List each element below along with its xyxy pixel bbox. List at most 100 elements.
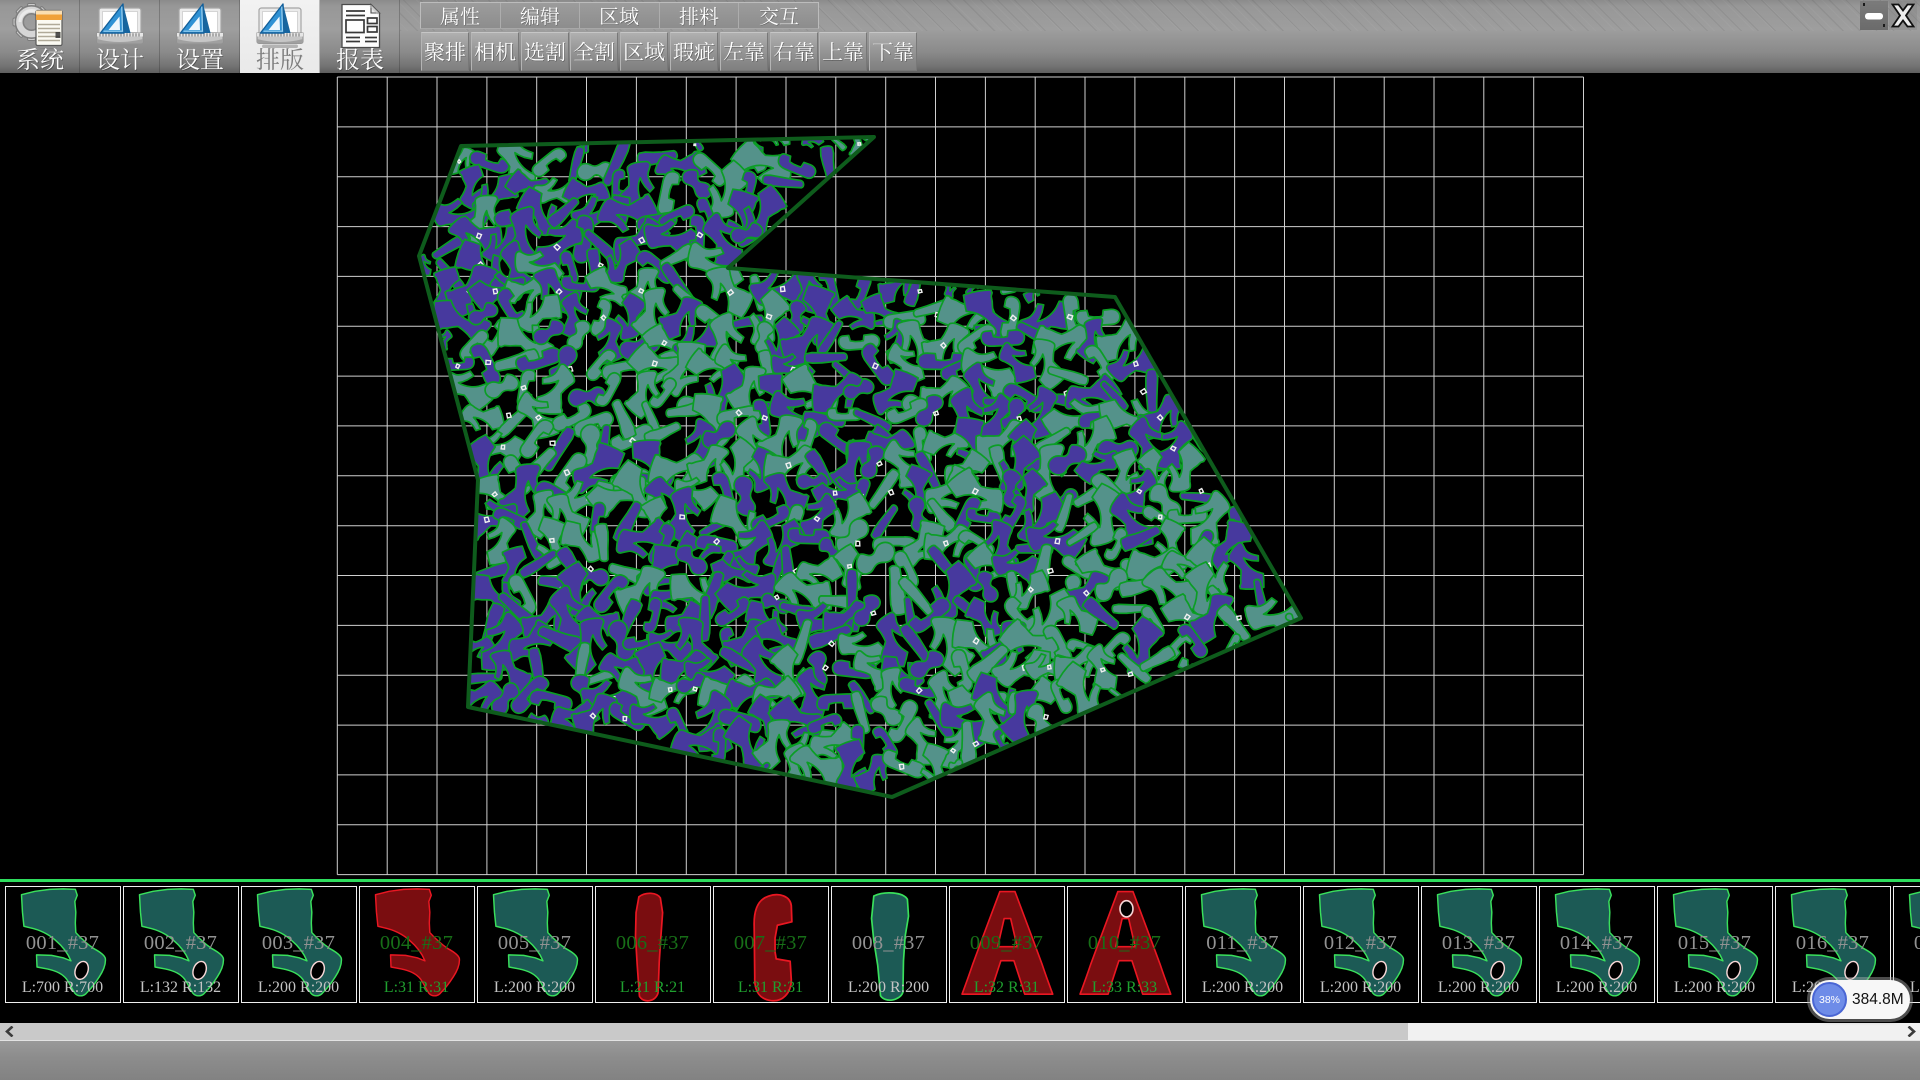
cjk-text-svg (723, 41, 765, 62)
piece-cell-8[interactable]: 008_#37L:200 R:200 (831, 886, 947, 1003)
tool-button-1[interactable]: 聚排 (421, 32, 469, 71)
piece-name: 003_#37 (242, 932, 356, 955)
toolbar-button-caption: 报表 (320, 47, 400, 71)
percent-value: 38% (1819, 994, 1840, 1006)
piece-cell-12[interactable]: 012_#37L:200 R:200 (1303, 886, 1419, 1003)
tool-button-label: 左靠 (723, 41, 765, 62)
menu-tab-2[interactable]: 编辑 (500, 3, 580, 28)
ruler-board-icon-svg (92, 3, 148, 50)
close-button[interactable] (1889, 1, 1917, 30)
tool-button-label: 选割 (524, 41, 566, 62)
tool-button-label: 聚排 (424, 41, 466, 62)
piece-lr-counts: L:200 R:200 (478, 979, 592, 997)
menu-tab-label: 排料 (679, 6, 719, 26)
piece-cell-15[interactable]: 015_#37 L:200 R:200 (1657, 886, 1773, 1003)
piece-cell-2[interactable]: 002_#37L:132 R:132 (123, 886, 239, 1003)
tool-button-10[interactable]: 下靠 (869, 32, 917, 71)
toolbar-button-1[interactable]: 系统 (0, 0, 80, 73)
piece-lr-counts: L:200 R:200 (1540, 979, 1654, 997)
ruler-board-icon-svg (252, 3, 308, 50)
toolbar-button-caption: 设置 (160, 47, 240, 71)
tool-button-6[interactable]: 瑕疵 (670, 32, 718, 71)
piece-name: 002_#37 (124, 932, 238, 955)
toolbar-button-caption: 系统 (0, 47, 80, 71)
piece-cell-9[interactable]: 009_#37L:32 R:31 (949, 886, 1065, 1003)
cjk-text-svg (424, 41, 466, 62)
tool-button-label: 瑕疵 (673, 41, 715, 62)
cjk-text-svg (872, 41, 914, 62)
piece-cell-5[interactable]: 005_#37 L:200 R:200 (477, 886, 593, 1003)
piece-cell-13[interactable]: 013_#37L:200 R:200 (1421, 886, 1537, 1003)
tool-button-4[interactable]: 全割 (570, 32, 618, 71)
piece-name: 005_#37 (478, 932, 592, 955)
cjk-text-svg (679, 6, 719, 26)
right-chevron-icon (1907, 1026, 1916, 1037)
tool-button-label: 上靠 (822, 41, 864, 62)
cjk-text-svg (336, 47, 384, 71)
tool-button-9[interactable]: 上靠 (819, 32, 867, 71)
piece-cell-4[interactable]: 004_#37L:31 R:31 (359, 886, 475, 1003)
toolbar-button-caption: 排版 (240, 47, 320, 71)
nested-pieces (414, 122, 1309, 799)
piece-cell-10[interactable]: 010_#37 L:33 R:33 (1067, 886, 1183, 1003)
piece-cell-7[interactable]: 007_#37L:31 R:31 (713, 886, 829, 1003)
piece-lr-counts: L:31 R:31 (714, 979, 828, 997)
nesting-canvas[interactable] (0, 73, 1920, 879)
piece-name: 014_#37 (1540, 932, 1654, 955)
menu-tab-label: 区域 (599, 6, 639, 26)
ruler-board-icon-svg (172, 3, 228, 50)
piece-name: 017_#37 (1894, 932, 1920, 955)
tool-button-3[interactable]: 选割 (521, 32, 569, 71)
menu-tab-label: 编辑 (520, 6, 560, 26)
horizontal-scrollbar[interactable] (0, 1023, 1920, 1040)
minimize-button[interactable] (1860, 1, 1888, 30)
piece-lr-counts: L:700 R:700 (6, 979, 120, 997)
cjk-text-svg (623, 41, 665, 62)
top-toolbar: 系统 设计 (0, 0, 1920, 73)
piece-cell-11[interactable]: 011_#37L:200 R:200 (1185, 886, 1301, 1003)
scrollbar-thumb[interactable] (0, 1023, 1408, 1040)
memory-value: 384.8M (1852, 980, 1904, 1019)
menu-tab-1[interactable]: 属性 (421, 3, 500, 28)
piece-name: 001_#37 (6, 932, 120, 955)
cjk-text-svg (96, 47, 144, 71)
piece-lr-counts: L:200 R:200 (1304, 979, 1418, 997)
cjk-text-svg (773, 41, 815, 62)
menu-tab-3[interactable]: 区域 (579, 3, 659, 28)
cjk-text-svg (524, 41, 566, 62)
menu-tab-5[interactable]: 交互 (738, 3, 818, 28)
piece-cell-14[interactable]: 014_#37 L:200 R:200 (1539, 886, 1655, 1003)
piece-lr-counts: L:32 R:31 (950, 979, 1064, 997)
toolbar-button-4[interactable]: 排版 (240, 0, 320, 73)
tool-button-label: 相机 (474, 41, 516, 62)
toolbar-button-separator (399, 0, 400, 73)
piece-cell-1[interactable]: 001_#37 L:700 R:700 (5, 886, 121, 1003)
menu-tab-4[interactable]: 排料 (659, 3, 739, 28)
toolbar-button-5[interactable]: 报表 (320, 0, 400, 73)
left-chevron-icon (5, 1026, 14, 1037)
piece-name: 006_#37 (596, 932, 710, 955)
piece-name: 010_#37 (1068, 932, 1182, 955)
scroll-right-button[interactable] (1902, 1023, 1920, 1040)
tool-button-5[interactable]: 区域 (620, 32, 668, 71)
tool-button-label: 右靠 (773, 41, 815, 62)
toolbar-button-caption: 设计 (80, 47, 160, 71)
piece-lr-counts: L:21 R:21 (596, 979, 710, 997)
scroll-left-button[interactable] (0, 1023, 18, 1040)
piece-cell-6[interactable]: 006_#37 L:21 R:21 (595, 886, 711, 1003)
piece-cell-3[interactable]: 003_#37L:200 R:200 (241, 886, 357, 1003)
piece-name: 015_#37 (1658, 932, 1772, 955)
toolbar-button-2[interactable]: 设计 (80, 0, 160, 73)
toolbar-button-3[interactable]: 设置 (160, 0, 240, 73)
piece-name: 013_#37 (1422, 932, 1536, 955)
cjk-text-svg (759, 6, 799, 26)
tool-button-7[interactable]: 左靠 (720, 32, 768, 71)
cjk-text-svg (822, 41, 864, 62)
tool-button-2[interactable]: 相机 (471, 32, 519, 71)
cjk-text-svg (176, 47, 224, 71)
piece-name: 011_#37 (1186, 932, 1300, 955)
piece-lr-counts: L:200 R:200 (1658, 979, 1772, 997)
cjk-text-svg (599, 6, 639, 26)
piece-lr-counts: L:33 R:33 (1068, 979, 1182, 997)
tool-button-8[interactable]: 右靠 (770, 32, 818, 71)
